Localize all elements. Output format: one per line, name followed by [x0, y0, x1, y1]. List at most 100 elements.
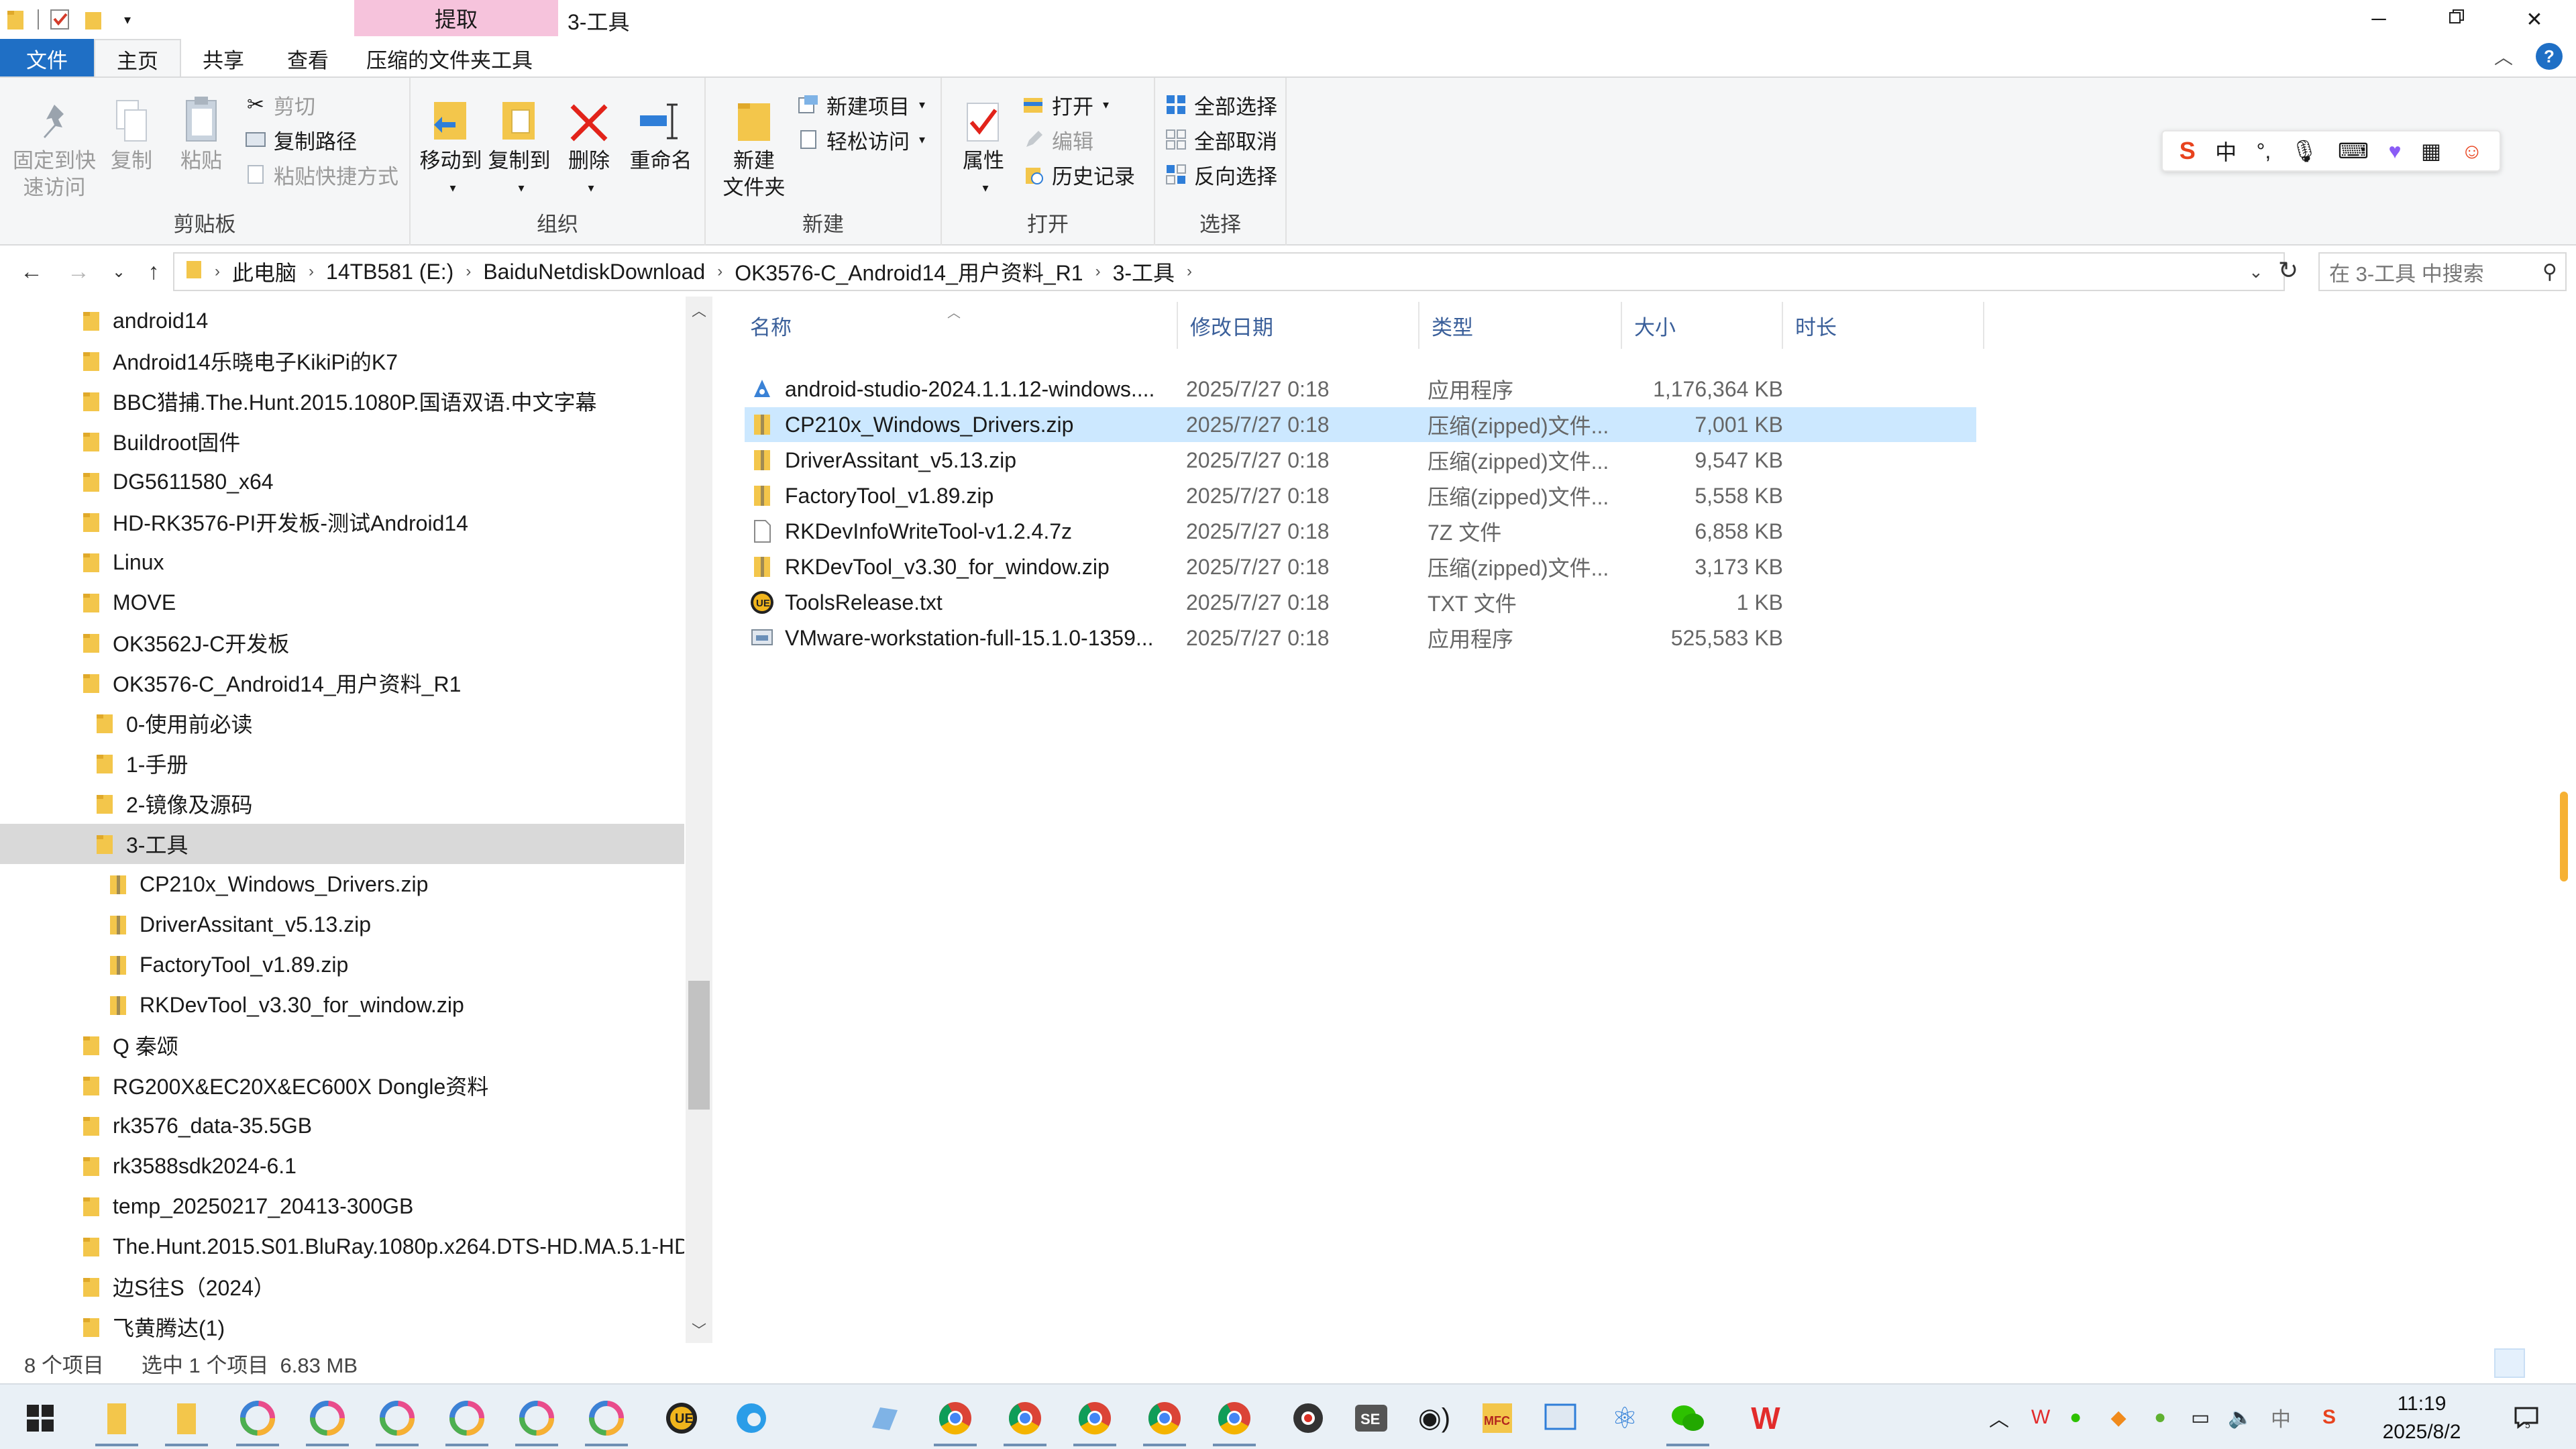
wechat-tray-icon[interactable]: ● [2061, 1394, 2090, 1441]
nav-folder-item[interactable]: Linux [0, 542, 684, 582]
color-ring-app-icon[interactable] [510, 1391, 564, 1446]
easy-access-button[interactable]: 轻松访问 ▾ [796, 122, 925, 157]
column-header-date[interactable]: 修改日期 [1178, 302, 1419, 349]
large-icons-view-icon[interactable] [2532, 1348, 2563, 1378]
wps-office-icon[interactable]: W [1739, 1391, 1792, 1445]
breadcrumb-drive[interactable]: 14TB581 (E:) [326, 260, 453, 284]
delete-button[interactable]: 删除 ▾ [562, 90, 616, 201]
file-row[interactable]: RKDevTool_v3.30_for_window.zip 2025/7/27 … [745, 549, 1976, 584]
chrome-icon[interactable] [1138, 1391, 1191, 1446]
nav-folder-item[interactable]: 3-工具 [0, 824, 684, 864]
address-dropdown-icon[interactable]: ⌄ [2249, 262, 2263, 282]
collapse-ribbon-icon[interactable]: ︿ [2494, 43, 2513, 70]
recent-locations-button[interactable]: ⌄ [102, 255, 136, 288]
search-input[interactable]: 在 3-工具 中搜索 ⚲ [2318, 252, 2567, 291]
nav-folder-item[interactable]: 0-使用前必读 [0, 703, 684, 743]
nav-folder-item[interactable]: OK3576-C_Android14_用户资料_R1 [0, 663, 684, 703]
chrome-icon[interactable] [1068, 1391, 1122, 1446]
nav-folder-item[interactable]: DG5611580_x64 [0, 462, 684, 502]
nav-folder-item[interactable]: 边S往S（2024） [0, 1267, 684, 1307]
paste-shortcut-button[interactable]: 粘贴快捷方式 [243, 157, 398, 192]
paste-button[interactable]: 粘贴 [174, 90, 228, 174]
app-tray-icon[interactable]: ◆ [2104, 1394, 2133, 1441]
punctuation-icon[interactable]: °, [2257, 139, 2271, 164]
details-view-icon[interactable] [2494, 1348, 2525, 1378]
address-bar[interactable]: › 此电脑 › 14TB581 (E:) › BaiduNetdiskDownl… [173, 252, 2285, 291]
input-lang-indicator[interactable]: 中 [2266, 1394, 2296, 1441]
breadcrumb-user-data[interactable]: OK3576-C_Android14_用户资料_R1 [735, 256, 1083, 287]
file-row[interactable]: DriverAssitant_v5.13.zip 2025/7/27 0:18 压缩… [745, 443, 1976, 478]
tray-overflow-icon[interactable]: ︿ [1986, 1394, 2012, 1441]
keyboard-icon[interactable]: ⌨ [2338, 138, 2369, 164]
mascot-icon[interactable]: ☺ [2461, 139, 2483, 164]
nav-folder-item[interactable]: OK3562J-C开发板 [0, 623, 684, 663]
breadcrumb-this-pc[interactable]: 此电脑 [232, 256, 297, 287]
file-explorer-icon[interactable] [90, 1391, 144, 1446]
ime-lang-toggle[interactable]: 中 [2215, 136, 2237, 166]
help-icon[interactable]: ? [2536, 43, 2563, 70]
chrome-icon[interactable] [1208, 1391, 1261, 1446]
notification-center-icon[interactable]: 5 [2506, 1394, 2546, 1441]
nav-zip-item[interactable]: DriverAssitant_v5.13.zip [0, 904, 684, 945]
nav-folder-item[interactable]: Buildroot固件 [0, 421, 684, 462]
tab-file[interactable]: 文件 [0, 39, 94, 78]
nav-folder-item[interactable]: temp_20250217_20413-300GB [0, 1186, 684, 1226]
invert-selection-button[interactable]: 反向选择 [1163, 157, 1277, 192]
toolbox-grid-icon[interactable]: ▦ [2421, 138, 2441, 164]
nav-zip-item[interactable]: CP210x_Windows_Drivers.zip [0, 864, 684, 904]
tab-share[interactable]: 共享 [181, 39, 266, 78]
notepad-icon[interactable] [857, 1391, 911, 1445]
folder-icon[interactable] [4, 7, 28, 32]
cut-button[interactable]: ✂ 剪切 [243, 87, 315, 122]
copy-button[interactable]: 复制 [105, 90, 158, 174]
back-button[interactable]: ← [15, 255, 48, 288]
refresh-icon[interactable]: ↻ [2278, 256, 2298, 284]
file-row[interactable]: RKDevInfoWriteTool-v1.2.4.7z 2025/7/27 0:… [745, 514, 1976, 549]
select-none-button[interactable]: 全部取消 [1163, 122, 1277, 157]
network-icon[interactable]: ▭ [2186, 1394, 2215, 1441]
breadcrumb-download[interactable]: BaiduNetdiskDownload [483, 260, 705, 284]
chevron-right-icon[interactable]: › [717, 262, 722, 281]
chrome-icon[interactable] [998, 1391, 1052, 1446]
wps-tray-icon[interactable]: W [2026, 1394, 2055, 1441]
minimize-button[interactable]: ─ [2340, 0, 2418, 39]
nav-zip-item[interactable]: FactoryTool_v1.89.zip [0, 945, 684, 985]
column-header-duration[interactable]: 时长 [1783, 302, 1984, 349]
nav-folder-item[interactable]: 飞黄腾达(1) [0, 1307, 684, 1343]
new-folder-icon[interactable] [82, 7, 106, 32]
edit-button[interactable]: 编辑 [1021, 122, 1093, 157]
close-button[interactable]: ✕ [2496, 0, 2573, 39]
select-all-button[interactable]: 全部选择 [1163, 87, 1277, 122]
chevron-right-icon[interactable]: › [1095, 262, 1101, 281]
move-to-button[interactable]: 移动到 ▾ [417, 90, 484, 201]
se-app-icon[interactable]: SE [1344, 1391, 1398, 1445]
scrollbar-thumb[interactable] [688, 981, 710, 1110]
edge-handle[interactable] [2560, 792, 2568, 881]
nav-folder-item[interactable]: MOVE [0, 582, 684, 623]
restore-button[interactable] [2418, 0, 2496, 39]
tab-view[interactable]: 查看 [266, 39, 350, 78]
windows-start-icon[interactable] [13, 1391, 67, 1445]
sogou-logo-icon[interactable]: S [2180, 137, 2196, 165]
volume-icon[interactable]: 🔈 [2226, 1394, 2255, 1441]
file-row[interactable]: FactoryTool_v1.89.zip 2025/7/27 0:18 压缩(zi… [745, 478, 1976, 513]
color-ring-app-icon[interactable] [440, 1391, 494, 1446]
file-row[interactable]: CP210x_Windows_Drivers.zip 2025/7/27 0:18… [745, 407, 1976, 442]
breadcrumb-current[interactable]: 3-工具 [1113, 256, 1175, 287]
scroll-down-icon[interactable]: ﹀ [686, 1316, 712, 1343]
column-header-name[interactable]: 名称 ︿ [738, 302, 1178, 349]
customize-qat-icon[interactable]: ▾ [115, 7, 140, 32]
new-folder-button[interactable]: 新建 文件夹 [720, 90, 788, 201]
skin-icon[interactable]: ♥ [2388, 139, 2401, 164]
up-button[interactable]: ↑ [137, 255, 170, 288]
mfc-app-icon[interactable]: MFC [1470, 1391, 1524, 1445]
copy-to-button[interactable]: 复制到 ▾ [486, 90, 553, 201]
clock[interactable]: 11:19 2025/8/2 [2375, 1390, 2469, 1446]
nav-folder-item[interactable]: 2-镜像及源码 [0, 784, 684, 824]
file-row[interactable]: android-studio-2024.1.1.12-windows.... 20… [745, 372, 1976, 407]
color-ring-app-icon[interactable] [231, 1391, 284, 1446]
audio-app-icon[interactable]: ◉) [1407, 1391, 1461, 1445]
atom-app-icon[interactable]: ⚛ [1598, 1391, 1652, 1445]
nav-scrollbar[interactable]: ︿ ﹀ [686, 297, 712, 1343]
forward-button[interactable]: → [62, 255, 95, 288]
